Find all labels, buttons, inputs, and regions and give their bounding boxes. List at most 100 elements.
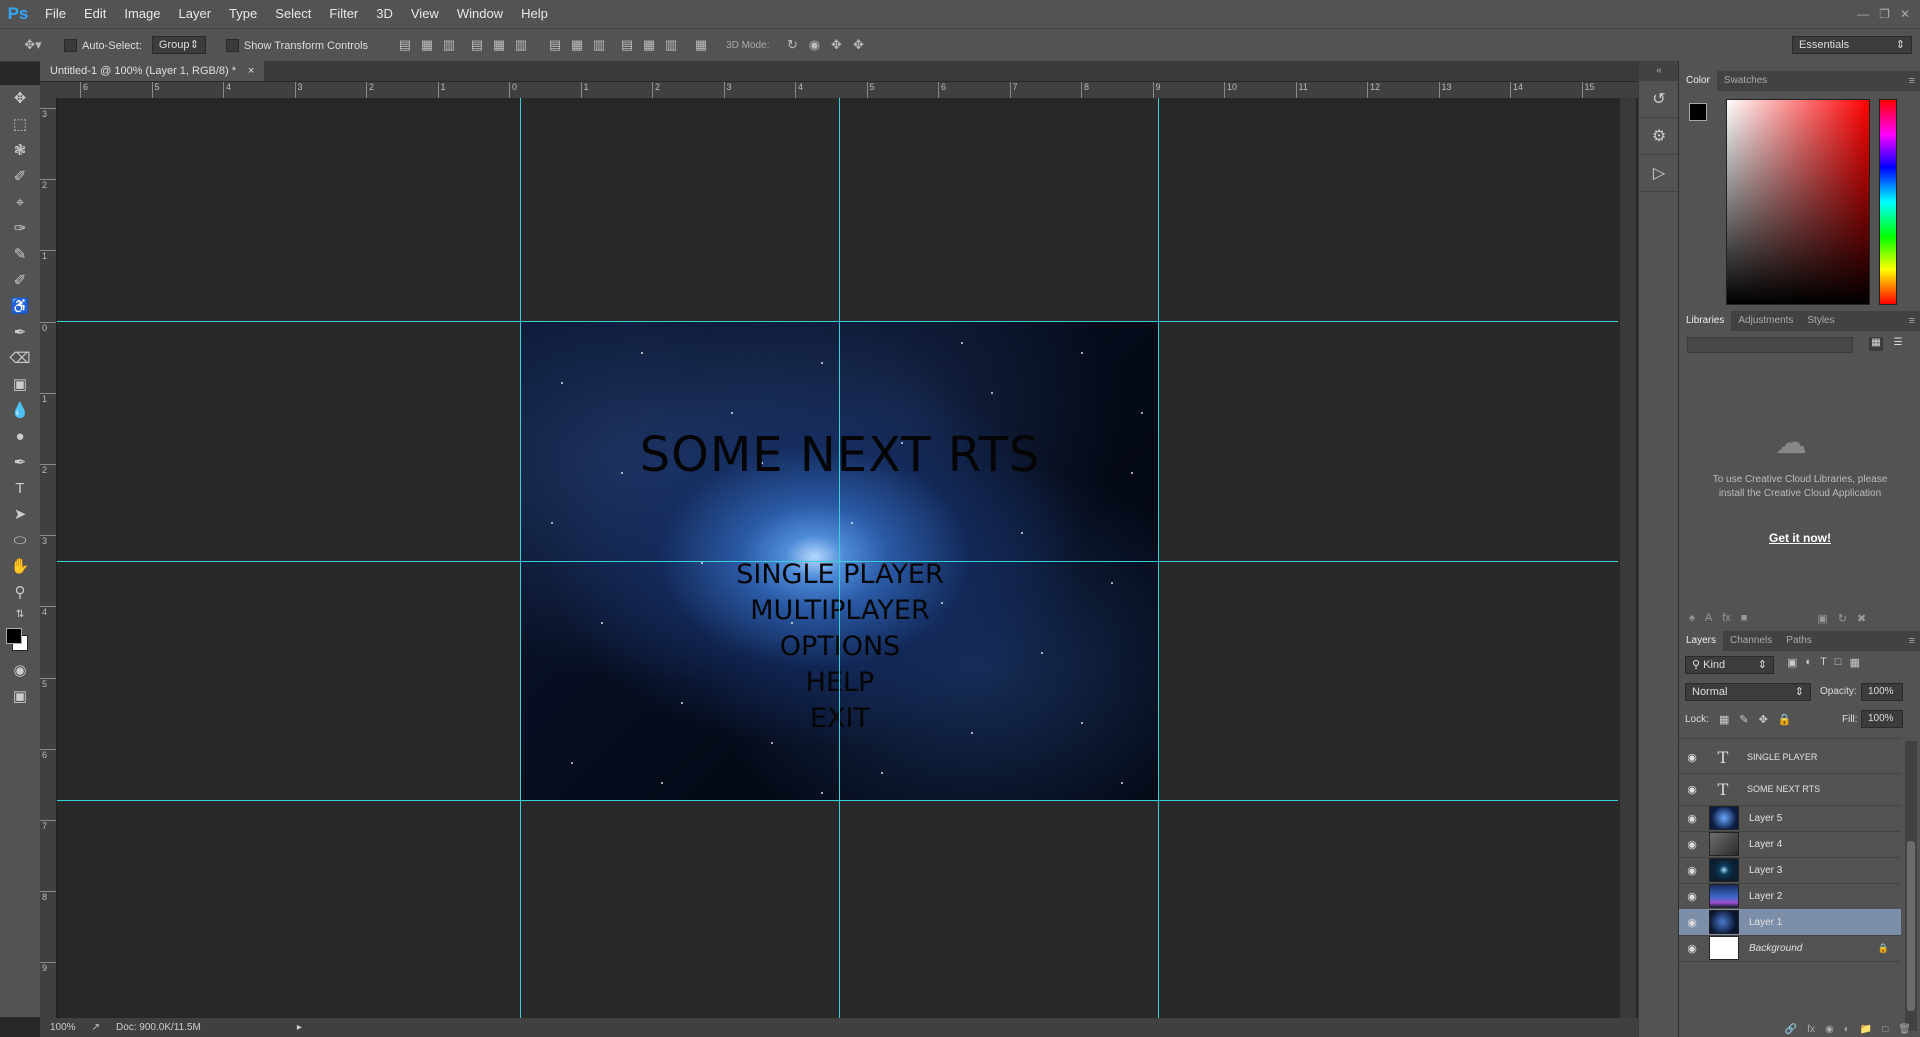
add-character-style-icon[interactable]: A [1705, 612, 1712, 624]
menu-select[interactable]: Select [266, 0, 320, 28]
get-it-now-link[interactable]: Get it now! [1709, 531, 1891, 545]
panel-foreground-swatch[interactable] [1689, 103, 1707, 121]
layer-row[interactable]: ◉ Background 🔒 [1679, 935, 1901, 962]
layer-row[interactable]: ◉ Layer 2 [1679, 883, 1901, 910]
filter-adjustment-icon[interactable]: ◐ [1805, 656, 1812, 669]
visibility-eye-icon[interactable]: ◉ [1679, 864, 1705, 877]
transform-controls-checkbox[interactable] [225, 39, 239, 53]
tab-swatches[interactable]: Swatches [1717, 71, 1774, 91]
distribute-left-icon[interactable]: ▤ [616, 37, 638, 53]
visibility-eye-icon[interactable]: ◉ [1679, 942, 1705, 955]
menu-type[interactable]: Type [220, 0, 266, 28]
distribute-top-icon[interactable]: ▤ [544, 37, 566, 53]
layer-row[interactable]: ◉ Layer 1 [1679, 909, 1901, 936]
quick-mask-icon[interactable]: ◉ [0, 657, 40, 683]
color-picker-field[interactable] [1726, 99, 1870, 305]
auto-align-icon[interactable]: ▦ [690, 37, 712, 53]
panel-menu-icon[interactable]: ≡ [1909, 311, 1915, 331]
filter-shape-icon[interactable]: □ [1835, 656, 1842, 669]
history-panel-icon[interactable]: ↺ [1639, 81, 1679, 118]
lock-all-icon[interactable]: 🔒 [1778, 713, 1792, 726]
visibility-eye-icon[interactable]: ◉ [1679, 890, 1705, 903]
tab-adjustments[interactable]: Adjustments [1731, 311, 1800, 331]
add-graphic-icon[interactable]: ♠ [1689, 612, 1695, 624]
lock-position-icon[interactable]: ✥ [1759, 713, 1768, 726]
align-hcenter-icon[interactable]: ▦ [488, 37, 510, 53]
tab-color[interactable]: Color [1679, 71, 1717, 91]
align-vcenter-icon[interactable]: ▦ [416, 37, 438, 53]
align-right-icon[interactable]: ▥ [510, 37, 532, 53]
move-tool-preset-icon[interactable]: ✥▾ [18, 37, 48, 53]
status-menu-arrow-icon[interactable]: ▸ [297, 1022, 302, 1033]
3d-slide-icon[interactable]: ✥ [847, 37, 869, 53]
menu-edit[interactable]: Edit [75, 0, 115, 28]
menu-3d[interactable]: 3D [367, 0, 402, 28]
new-layer-icon[interactable]: □ [1882, 1024, 1888, 1035]
visibility-eye-icon[interactable]: ◉ [1679, 783, 1705, 796]
blend-mode-dropdown[interactable]: Normal ⇕ [1685, 683, 1811, 701]
close-icon[interactable]: ✕ [1900, 7, 1910, 21]
3d-roll-icon[interactable]: ◉ [803, 37, 825, 53]
zoom-level[interactable]: 100% [50, 1022, 76, 1033]
marquee-tool-icon[interactable]: ⬚ [0, 111, 40, 137]
delete-icon[interactable]: ✖ [1857, 612, 1866, 625]
sync-icon[interactable]: ↻ [1838, 612, 1847, 625]
layer-list-scrollbar[interactable] [1905, 741, 1917, 1031]
align-left-icon[interactable]: ▤ [466, 37, 488, 53]
delete-layer-icon[interactable]: 🗑 [1898, 1024, 1911, 1035]
dodge-tool-icon[interactable]: ● [0, 423, 40, 449]
menu-view[interactable]: View [402, 0, 448, 28]
auto-select-checkbox[interactable] [64, 39, 77, 53]
menu-window[interactable]: Window [448, 0, 512, 28]
3d-rotate-icon[interactable]: ↻ [781, 37, 803, 53]
layer-row[interactable]: ◉ T SOME NEXT RTS [1679, 773, 1901, 806]
eraser-tool-icon[interactable]: ⌫ [0, 345, 40, 371]
add-layer-style-icon[interactable]: fx [1722, 612, 1731, 624]
tab-layers[interactable]: Layers [1679, 631, 1724, 651]
pen-tool-icon[interactable]: ✒ [0, 449, 40, 475]
menu-image[interactable]: Image [115, 0, 169, 28]
layer-filter-dropdown[interactable]: ⚲ Kind ⇕ [1685, 656, 1774, 674]
hand-tool-icon[interactable]: ✋ [0, 553, 40, 579]
screen-mode-icon[interactable]: ▣ [0, 683, 40, 709]
type-tool-icon[interactable]: T [0, 475, 40, 501]
restore-icon[interactable]: ❐ [1879, 7, 1890, 21]
workspace-dropdown[interactable]: Essentials ⇕ [1792, 36, 1912, 54]
layer-row[interactable]: ◉ Layer 4 [1679, 831, 1901, 858]
quick-select-tool-icon[interactable]: ✐ [0, 163, 40, 189]
3d-drag-icon[interactable]: ✥ [825, 37, 847, 53]
distribute-hcenter-icon[interactable]: ▦ [638, 37, 660, 53]
tab-channels[interactable]: Channels [1723, 631, 1779, 651]
healing-brush-tool-icon[interactable]: ✎ [0, 241, 40, 267]
new-group-icon[interactable]: 📁 [1860, 1024, 1872, 1035]
path-select-tool-icon[interactable]: ➤ [0, 501, 40, 527]
distribute-bottom-icon[interactable]: ▥ [588, 37, 610, 53]
share-icon[interactable]: ↗ [92, 1022, 100, 1033]
stock-icon[interactable]: ▣ [1817, 612, 1827, 625]
lock-pixels-icon[interactable]: ▦ [1719, 713, 1729, 726]
tab-libraries[interactable]: Libraries [1679, 311, 1732, 331]
grid-view-icon[interactable]: ▦ [1869, 337, 1883, 351]
document-tab[interactable]: Untitled-1 @ 100% (Layer 1, RGB/8) * × [40, 61, 265, 81]
gradient-tool-icon[interactable]: ▣ [0, 371, 40, 397]
history-brush-tool-icon[interactable]: ✒ [0, 319, 40, 345]
eyedropper-tool-icon[interactable]: ✑ [0, 215, 40, 241]
visibility-eye-icon[interactable]: ◉ [1679, 812, 1705, 825]
brush-tool-icon[interactable]: ✐ [0, 267, 40, 293]
minimize-icon[interactable]: — [1857, 7, 1869, 21]
opacity-input[interactable]: 100% [1861, 683, 1903, 701]
collapse-dock-icon[interactable]: « [1639, 61, 1679, 81]
filter-type-icon[interactable]: T [1820, 656, 1827, 669]
scrollbar-thumb[interactable] [1907, 841, 1915, 1011]
layer-row[interactable]: ◉ T SINGLE PLAYER [1679, 741, 1901, 774]
lasso-tool-icon[interactable]: ❃ [0, 137, 40, 163]
library-select[interactable] [1687, 337, 1853, 353]
lock-paint-icon[interactable]: ✎ [1739, 713, 1748, 726]
layer-mask-icon[interactable]: ◉ [1825, 1024, 1834, 1035]
align-top-icon[interactable]: ▤ [394, 37, 416, 53]
add-color-icon[interactable]: ■ [1741, 612, 1748, 624]
layer-style-icon[interactable]: fx [1807, 1024, 1815, 1035]
menu-file[interactable]: File [36, 0, 75, 28]
canvas-scrollbar[interactable] [1620, 98, 1636, 1018]
menu-help[interactable]: Help [512, 0, 557, 28]
